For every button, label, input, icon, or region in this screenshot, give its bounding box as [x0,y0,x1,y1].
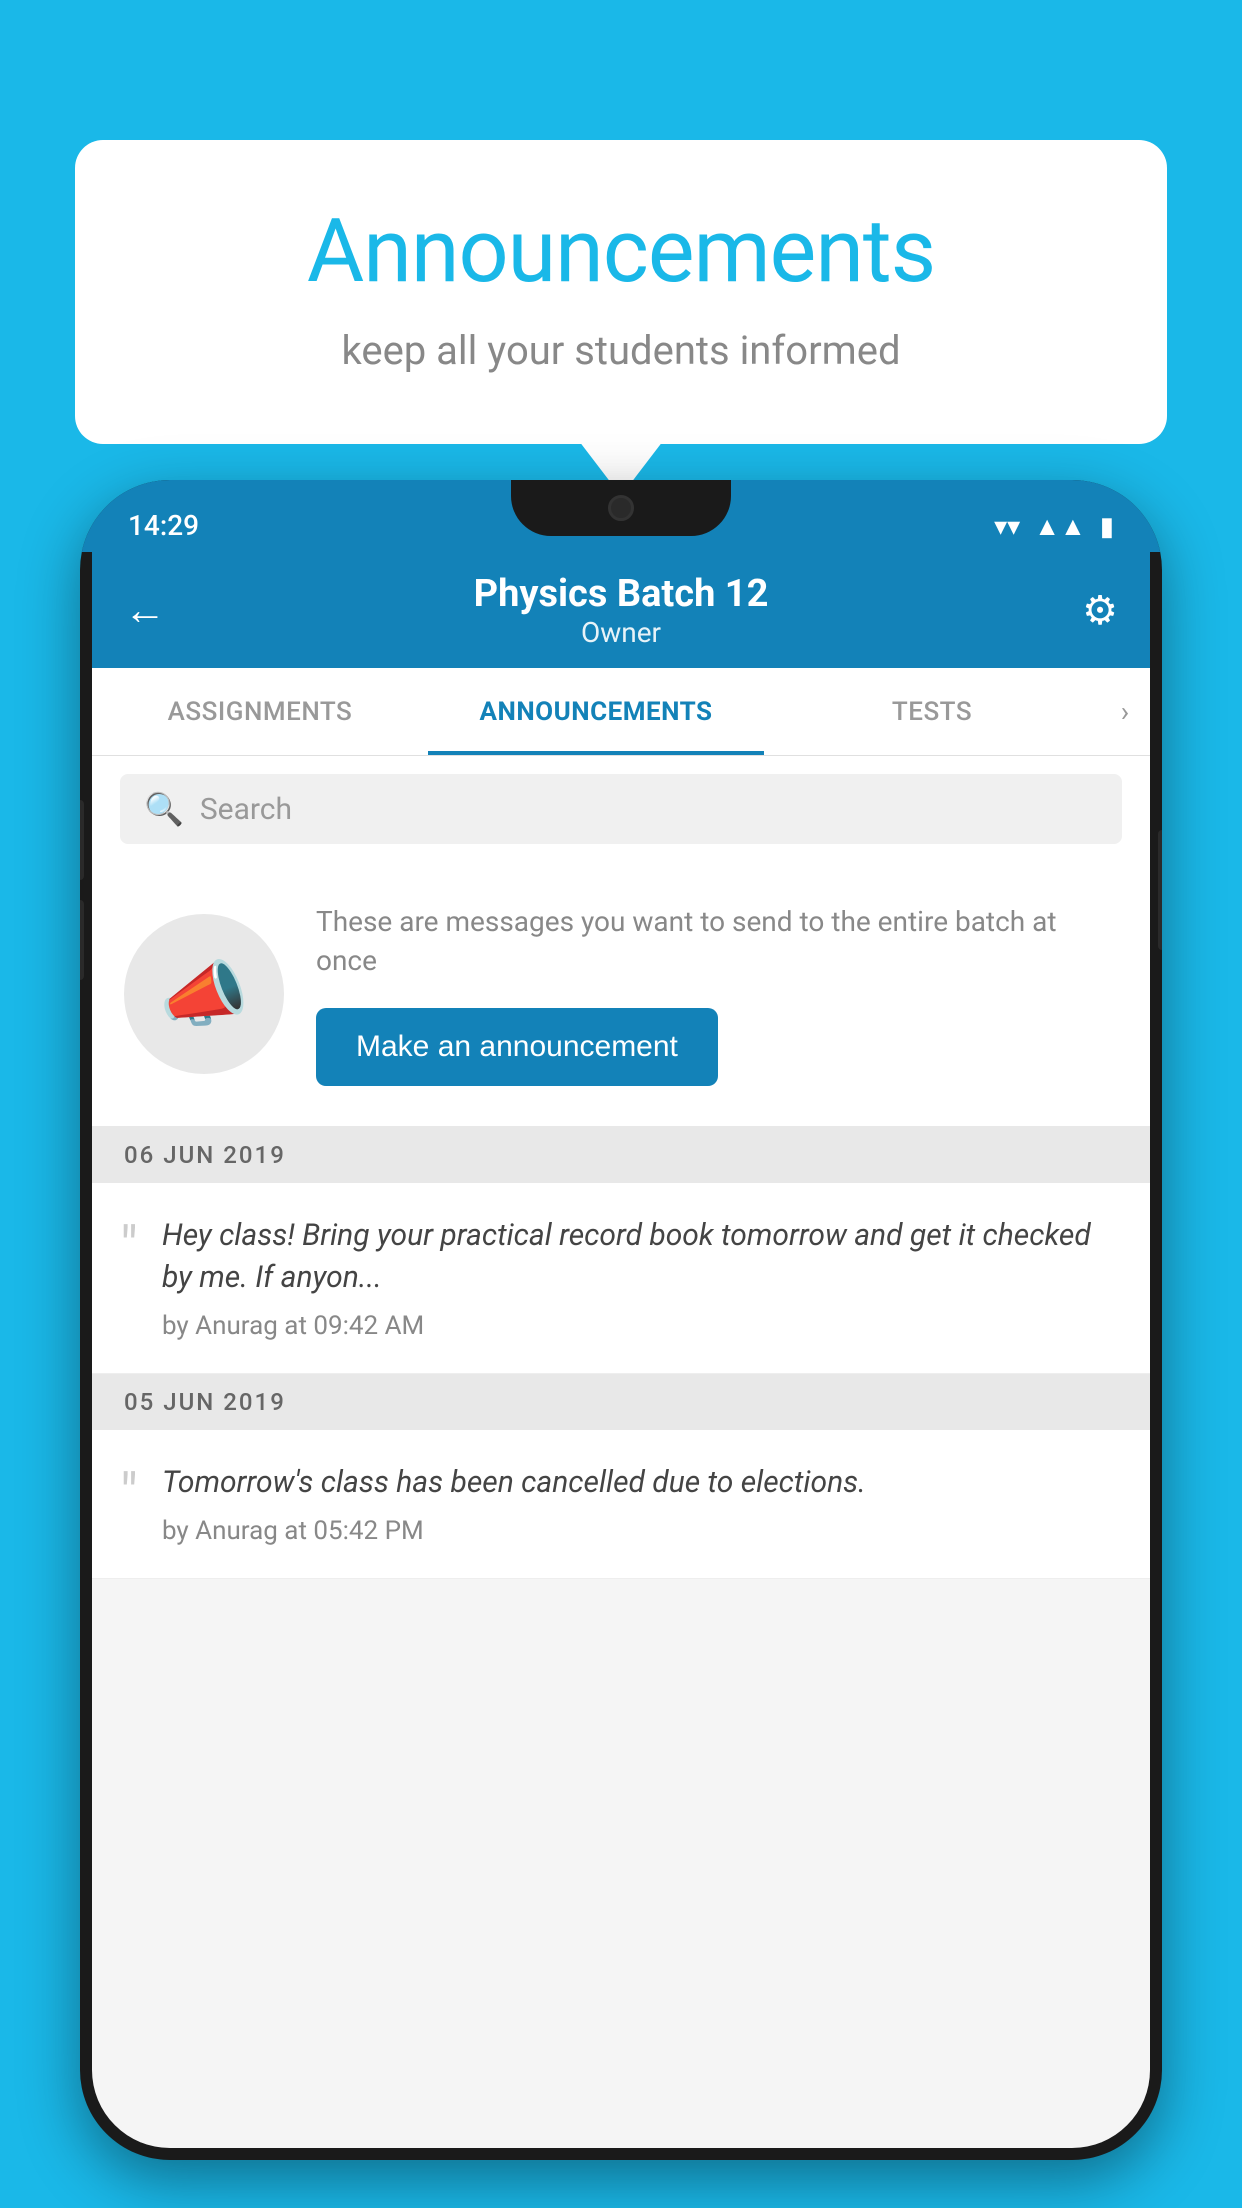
promo-text-area: These are messages you want to send to t… [316,902,1118,1086]
date-label-1: 06 JUN 2019 [124,1141,286,1169]
top-bar-title-area: Physics Batch 12 Owner [200,572,1042,649]
megaphone-icon: 📣 [159,952,249,1037]
date-divider-1: 06 JUN 2019 [92,1127,1150,1183]
battery-icon: ▮ [1100,512,1114,542]
promo-description: These are messages you want to send to t… [316,902,1118,980]
settings-button[interactable]: ⚙ [1062,587,1118,634]
announcement-meta-2: by Anurag at 05:42 PM [162,1516,1118,1546]
search-placeholder: Search [200,792,292,827]
announcement-meta-1: by Anurag at 09:42 AM [162,1311,1118,1341]
quote-icon-1: " [120,1219,138,1275]
wifi-icon: ▾▾ [994,512,1020,542]
bubble-title: Announcements [155,200,1087,303]
status-icons: ▾▾ ▲▲ ▮ [994,511,1114,542]
announcement-content-1: Hey class! Bring your practical record b… [162,1215,1118,1341]
bubble-subtitle: keep all your students informed [155,327,1087,374]
date-divider-2: 05 JUN 2019 [92,1374,1150,1430]
announcement-text-1: Hey class! Bring your practical record b… [162,1215,1118,1299]
phone-frame: 14:29 ▾▾ ▲▲ ▮ ← Physics Batch 12 Owner ⚙ [80,480,1162,2160]
app-screen: ← Physics Batch 12 Owner ⚙ ASSIGNMENTS A… [92,552,1150,2148]
announcement-text-2: Tomorrow's class has been cancelled due … [162,1462,1118,1504]
volume-down-button [80,900,84,980]
make-announcement-button[interactable]: Make an announcement [316,1008,718,1086]
phone-notch [511,480,731,536]
announcement-promo: 📣 These are messages you want to send to… [92,862,1150,1127]
volume-up-button [80,800,84,880]
signal-icon: ▲▲ [1034,511,1085,542]
tab-announcements[interactable]: ANNOUNCEMENTS [428,668,764,755]
search-input-wrapper[interactable]: 🔍 Search [120,774,1122,844]
tabs-bar: ASSIGNMENTS ANNOUNCEMENTS TESTS › [92,668,1150,756]
front-camera [608,495,634,521]
search-bar: 🔍 Search [92,756,1150,862]
tabs-more[interactable]: › [1100,668,1150,755]
batch-role: Owner [200,616,1042,649]
speech-bubble-section: Announcements keep all your students inf… [75,140,1167,444]
back-button[interactable]: ← [124,586,180,635]
announcement-item-2[interactable]: " Tomorrow's class has been cancelled du… [92,1430,1150,1579]
date-label-2: 05 JUN 2019 [124,1388,286,1416]
announcement-content-2: Tomorrow's class has been cancelled due … [162,1462,1118,1546]
batch-name: Physics Batch 12 [200,572,1042,616]
speech-bubble: Announcements keep all your students inf… [75,140,1167,444]
tab-assignments[interactable]: ASSIGNMENTS [92,668,428,755]
power-button [1158,830,1162,950]
promo-icon-circle: 📣 [124,914,284,1074]
top-app-bar: ← Physics Batch 12 Owner ⚙ [92,552,1150,668]
tab-tests[interactable]: TESTS [764,668,1100,755]
search-icon: 🔍 [144,790,184,828]
announcement-item-1[interactable]: " Hey class! Bring your practical record… [92,1183,1150,1374]
content-area: 🔍 Search 📣 These are messages you want t… [92,756,1150,1579]
status-time: 14:29 [128,509,199,542]
quote-icon-2: " [120,1466,138,1522]
phone-wrapper: 14:29 ▾▾ ▲▲ ▮ ← Physics Batch 12 Owner ⚙ [80,480,1162,2208]
